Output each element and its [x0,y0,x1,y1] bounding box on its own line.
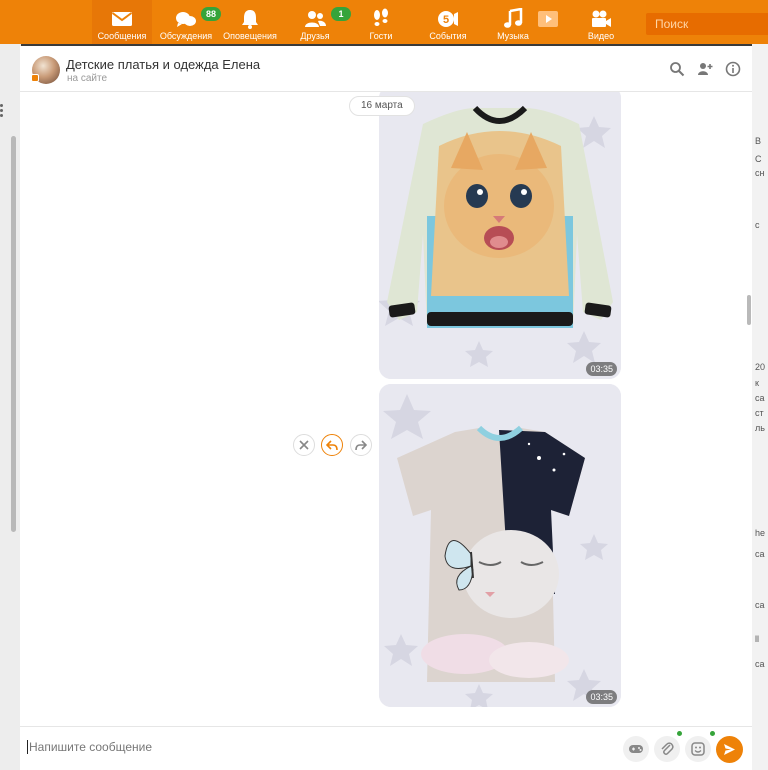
chat-header: Детские платья и одежда Елена на сайте [20,46,752,92]
discussions-badge: 88 [201,7,222,21]
bg-fragment: к [755,378,759,388]
nav-messages-label: Сообщения [97,31,147,41]
bg-fragment: В [755,136,762,146]
chat-bubbles-icon [176,12,196,27]
message-time: 03:35 [586,690,617,704]
group-badge-icon [31,74,39,82]
image-message[interactable]: 03:35 [379,384,621,707]
message-time: 03:35 [586,362,617,376]
gamepad-icon [629,745,643,753]
emoji-button[interactable] [685,736,711,762]
nav-guests-label: Гости [369,31,393,41]
reply-message-button[interactable] [321,434,343,456]
image-message[interactable]: 03:35 [379,92,621,379]
nav-friends-label: Друзья [300,31,330,41]
nav-messages[interactable]: Сообщения [92,0,152,44]
envelope-icon [111,12,133,26]
bell-icon [242,10,258,29]
nav-notifications[interactable]: Оповещения [220,0,280,44]
nav-video[interactable]: Видео [571,0,631,44]
emoji-indicator-dot [710,731,715,736]
bg-fragment: ль [755,423,765,433]
top-navigation-bar: Сообщения Обсуждения 88 Оповещения Друзь… [0,0,768,44]
delete-message-button[interactable] [293,434,315,456]
nav-video-player[interactable] [523,0,573,44]
nav-events[interactable]: 5 События [418,0,478,44]
footprints-icon [374,8,388,26]
message-input[interactable]: Напишите сообщение [27,740,607,754]
search-icon[interactable] [669,61,685,77]
nav-events-label: События [429,31,467,41]
message-composer: Напишите сообщение [20,726,752,770]
bg-fragment: he [755,528,766,538]
video-camera-icon [592,10,611,27]
bg-fragment: са [755,549,765,559]
nav-guests[interactable]: Гости [351,0,411,44]
bg-fragment: сн [755,168,765,178]
nav-discussions-label: Обсуждения [159,31,213,41]
bg-fragment: с [755,220,760,230]
cat-butterfly-tshirt-image [379,384,621,707]
nav-notifications-label: Оповещения [223,31,277,41]
music-note-icon [504,8,523,28]
message-list-scrollbar[interactable] [747,295,751,325]
reply-icon [326,440,338,451]
bg-fragment: са [755,659,765,669]
games-button[interactable] [623,736,649,762]
close-icon [299,440,309,450]
bg-fragment: С [755,154,762,164]
date-separator: 16 марта [349,96,415,116]
kitten-sweatshirt-image [379,92,621,379]
paperclip-icon [661,742,674,755]
attach-indicator-dot [677,731,682,736]
search-input[interactable]: Поиск [646,13,768,35]
chat-window: Детские платья и одежда Елена на сайте 0… [20,46,752,770]
bg-fragment: са [755,393,765,403]
message-list[interactable]: 03:35 03:35 16 марта [20,92,752,726]
friends-badge: 1 [331,7,351,21]
online-status: на сайте [67,73,108,84]
bg-fragment: 20 [755,362,766,372]
send-icon [724,744,735,755]
forward-icon [355,440,367,451]
svg-text:5: 5 [443,14,449,26]
info-icon[interactable] [725,61,741,77]
left-scrollbar[interactable] [11,136,16,532]
add-user-icon[interactable] [697,61,713,77]
forward-message-button[interactable] [350,434,372,456]
bg-fragment: ll [755,634,759,644]
emoji-icon [691,742,705,756]
friends-icon [305,11,326,27]
chat-title[interactable]: Детские платья и одежда Елена [66,57,260,72]
attach-button[interactable] [654,736,680,762]
left-background-strip [0,44,21,770]
bg-fragment: ст [755,408,764,418]
bg-fragment: са [755,600,765,610]
events-icon: 5 [438,11,458,27]
nav-video-label: Видео [587,31,615,41]
send-button[interactable] [716,736,743,763]
video-play-icon [538,11,558,27]
more-icon[interactable] [0,104,4,119]
right-background-strip: В С сн с 20 к са ст ль he са са ll са [752,44,768,770]
